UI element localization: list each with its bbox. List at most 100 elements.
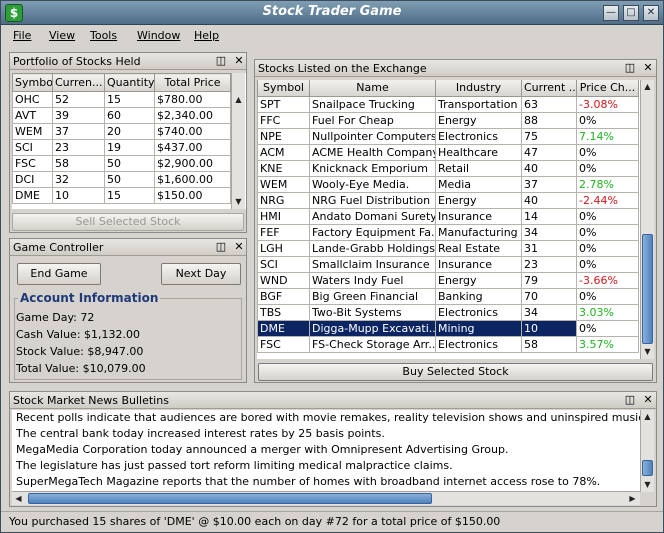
buy-selected-stock-button[interactable]: Buy Selected Stock bbox=[258, 363, 653, 381]
table-cell: Energy bbox=[435, 272, 522, 289]
table-row[interactable]: LGH Lande-Grabb Holdings Real Estate 31 0% bbox=[257, 240, 639, 257]
table-cell: 0% bbox=[576, 288, 639, 305]
close-icon[interactable]: ✕ bbox=[641, 60, 655, 77]
column-header-quantity[interactable]: Quantity bbox=[104, 73, 155, 92]
table-cell: 23 bbox=[521, 256, 577, 273]
column-header-total-price[interactable]: Total Price bbox=[154, 73, 231, 92]
scroll-thumb[interactable] bbox=[642, 460, 653, 476]
close-icon[interactable]: ✕ bbox=[232, 239, 246, 256]
column-header-name[interactable]: Name bbox=[309, 80, 436, 97]
table-row[interactable]: TBS Two-Bit Systems Electronics 34 3.03% bbox=[257, 304, 639, 321]
undock-icon[interactable]: ◫ bbox=[214, 53, 228, 70]
news-title-bar[interactable]: Stock Market News Bulletins ◫ ✕ bbox=[10, 392, 656, 409]
window-title: Stock Trader Game bbox=[262, 4, 402, 19]
table-cell: Energy bbox=[435, 112, 522, 129]
scroll-up-icon[interactable]: ▲ bbox=[232, 93, 245, 106]
scroll-thumb[interactable] bbox=[642, 234, 653, 344]
column-header-current[interactable]: Current ... bbox=[521, 80, 577, 97]
scroll-left-icon[interactable]: ◀ bbox=[12, 492, 25, 505]
news-horizontal-scrollbar[interactable]: ◀ ▶ bbox=[12, 491, 640, 505]
controller-title-bar[interactable]: Game Controller ◫ ✕ bbox=[10, 239, 246, 256]
scroll-up-icon[interactable]: ▲ bbox=[641, 410, 654, 423]
news-line: MegaMedia Corporation today announced a … bbox=[16, 443, 509, 456]
portfolio-scrollbar[interactable]: ▲ ▼ bbox=[231, 73, 245, 209]
scroll-down-icon[interactable]: ▼ bbox=[641, 478, 654, 491]
undock-icon[interactable]: ◫ bbox=[214, 239, 228, 256]
controller-title: Game Controller bbox=[13, 241, 104, 254]
menu-tools[interactable]: Tools bbox=[90, 29, 117, 42]
menu-window[interactable]: Window bbox=[137, 29, 180, 42]
portfolio-table[interactable]: Symbol Curren... Quantity Total Price OH… bbox=[12, 73, 231, 204]
table-cell: NRG Fuel Distribution bbox=[309, 192, 436, 209]
table-row[interactable]: KNE Knicknack Emporium Retail 40 0% bbox=[257, 160, 639, 177]
news-text-area[interactable]: Recent polls indicate that audiences are… bbox=[12, 410, 640, 492]
menu-help[interactable]: Help bbox=[194, 29, 219, 42]
table-row[interactable]: NRG NRG Fuel Distribution Energy 40 -2.44% bbox=[257, 192, 639, 209]
exchange-title-bar[interactable]: Stocks Listed on the Exchange ◫ ✕ bbox=[255, 60, 656, 77]
scroll-right-icon[interactable]: ▶ bbox=[626, 492, 639, 505]
close-button[interactable]: ✕ bbox=[643, 5, 659, 21]
table-cell: Retail bbox=[435, 160, 522, 177]
menu-view[interactable]: View bbox=[49, 29, 75, 42]
portfolio-title-bar[interactable]: Portfolio of Stocks Held ◫ ✕ bbox=[10, 53, 246, 70]
column-header-current[interactable]: Curren... bbox=[52, 73, 105, 92]
table-row[interactable]: ACM ACME Health Company Healthcare 47 0% bbox=[257, 144, 639, 161]
table-row[interactable]: HMI Andato Domani Surety Insurance 14 0% bbox=[257, 208, 639, 225]
scroll-thumb[interactable] bbox=[28, 493, 432, 504]
table-cell: LGH bbox=[257, 240, 310, 257]
table-row[interactable]: DME Digga-Mupp Excavati... Mining 10 0% bbox=[257, 320, 639, 337]
table-row[interactable]: SCI 23 19 $437.00 bbox=[12, 139, 231, 156]
table-row[interactable]: FFC Fuel For Cheap Energy 88 0% bbox=[257, 112, 639, 129]
table-cell: 37 bbox=[52, 123, 105, 140]
table-row[interactable]: FSC 58 50 $2,900.00 bbox=[12, 155, 231, 172]
table-row[interactable]: DME 10 15 $150.00 bbox=[12, 187, 231, 204]
table-row[interactable]: SCI Smallclaim Insurance Insurance 23 0% bbox=[257, 256, 639, 273]
table-cell: 32 bbox=[52, 171, 105, 188]
total-value-label: Total Value: $10,079.00 bbox=[16, 362, 146, 375]
column-header-symbol[interactable]: Symbol bbox=[257, 80, 310, 97]
table-row[interactable]: SPT Snailpace Trucking Transportation 63 -3.… bbox=[257, 96, 639, 113]
table-cell: ACME Health Company bbox=[309, 144, 436, 161]
news-scrollbar[interactable]: ▲ ▼ bbox=[640, 410, 654, 492]
news-line: Recent polls indicate that audiences are… bbox=[16, 411, 640, 424]
undock-icon[interactable]: ◫ bbox=[623, 60, 637, 77]
scroll-down-icon[interactable]: ▼ bbox=[641, 345, 654, 358]
table-cell: 58 bbox=[521, 336, 577, 353]
scroll-down-icon[interactable]: ▼ bbox=[232, 195, 245, 208]
table-row[interactable]: BGF Big Green Financial Banking 70 0% bbox=[257, 288, 639, 305]
table-cell: 37 bbox=[521, 176, 577, 193]
table-cell: 0% bbox=[576, 224, 639, 241]
table-cell: Electronics bbox=[435, 304, 522, 321]
next-day-button[interactable]: Next Day bbox=[161, 263, 241, 285]
game-day-label: Game Day: 72 bbox=[16, 311, 95, 324]
table-row[interactable]: NPE Nullpointer Computers Electronics 75 7.1… bbox=[257, 128, 639, 145]
table-row[interactable]: OHC 52 15 $780.00 bbox=[12, 91, 231, 108]
close-icon[interactable]: ✕ bbox=[232, 53, 246, 70]
close-icon[interactable]: ✕ bbox=[641, 392, 655, 409]
column-header-symbol[interactable]: Symbol bbox=[12, 73, 53, 92]
exchange-table[interactable]: Symbol Name Industry Current ... Price C… bbox=[257, 80, 639, 353]
table-cell: 15 bbox=[104, 187, 155, 204]
minimize-button[interactable]: — bbox=[603, 5, 619, 21]
maximize-button[interactable]: □ bbox=[623, 5, 639, 21]
table-row[interactable]: DCI 32 50 $1,600.00 bbox=[12, 171, 231, 188]
title-bar[interactable]: $ Stock Trader Game — □ ✕ bbox=[1, 1, 663, 25]
table-row[interactable]: WEM 37 20 $740.00 bbox=[12, 123, 231, 140]
sell-selected-stock-button[interactable]: Sell Selected Stock bbox=[12, 213, 244, 231]
undock-icon[interactable]: ◫ bbox=[623, 392, 637, 409]
table-row[interactable]: AVT 39 60 $2,340.00 bbox=[12, 107, 231, 124]
table-cell: Media bbox=[435, 176, 522, 193]
table-row[interactable]: FEF Factory Equipment Fa... Manufacturing 3… bbox=[257, 224, 639, 241]
table-cell: 52 bbox=[52, 91, 105, 108]
table-cell: HMI bbox=[257, 208, 310, 225]
exchange-scrollbar[interactable]: ▲ ▼ bbox=[640, 80, 654, 359]
end-game-button[interactable]: End Game bbox=[17, 263, 101, 285]
table-row[interactable]: WND Waters Indy Fuel Energy 79 -3.66% bbox=[257, 272, 639, 289]
scroll-up-icon[interactable]: ▲ bbox=[641, 80, 654, 93]
table-row[interactable]: WEM Wooly-Eye Media. Media 37 2.78% bbox=[257, 176, 639, 193]
menu-file[interactable]: File bbox=[13, 29, 31, 42]
column-header-industry[interactable]: Industry bbox=[435, 80, 522, 97]
column-header-price-change[interactable]: Price Ch... bbox=[576, 80, 639, 97]
table-row[interactable]: FSC FS-Check Storage Arr... Electronics 58 3… bbox=[257, 336, 639, 353]
table-cell: $780.00 bbox=[154, 91, 231, 108]
